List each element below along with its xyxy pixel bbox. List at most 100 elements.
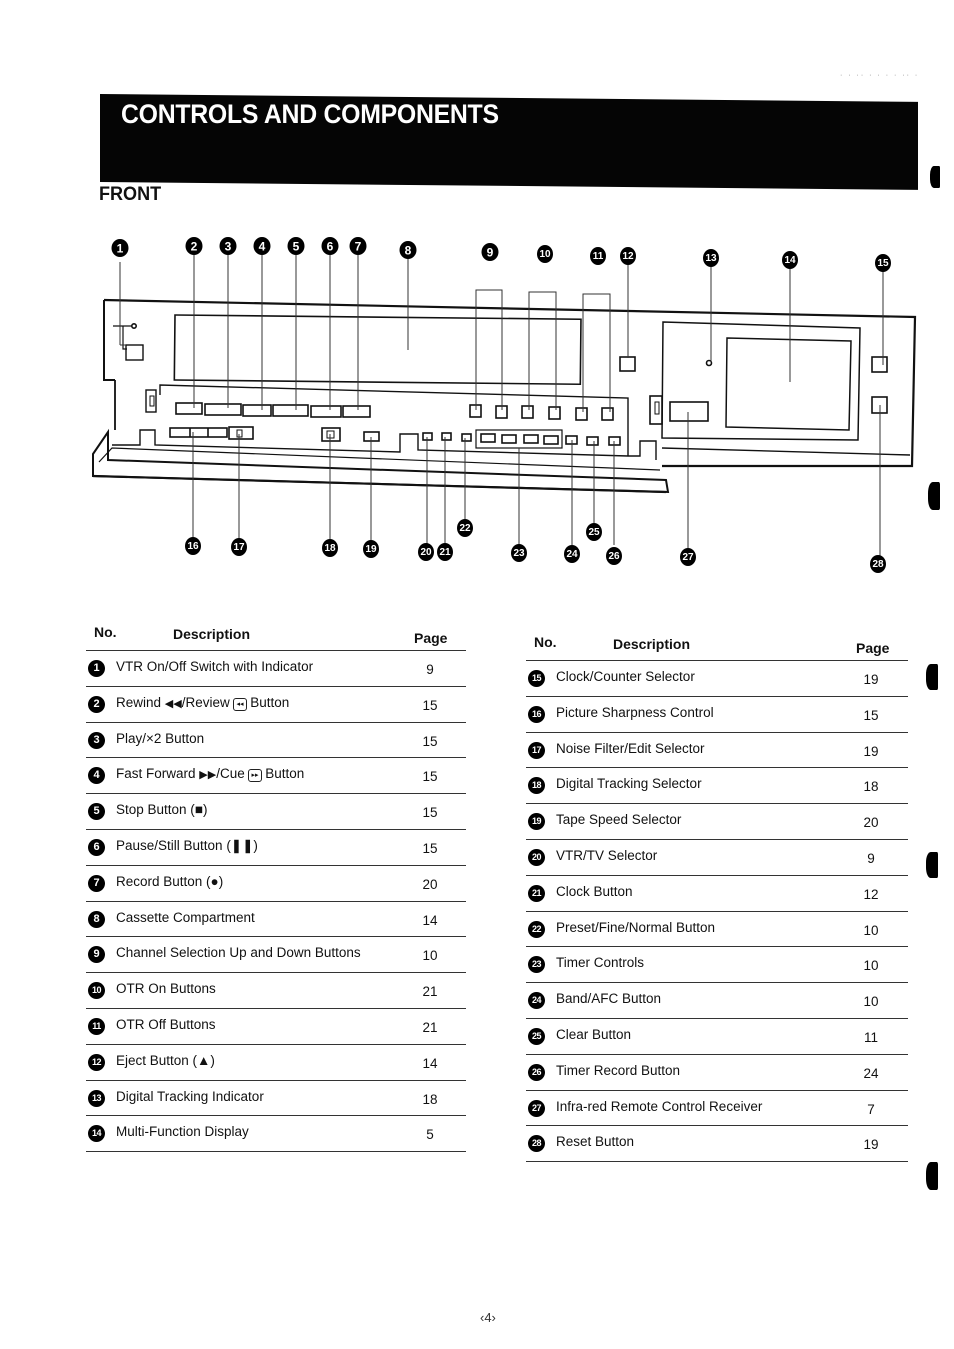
- item-description: Picture Sharpness Control: [556, 704, 714, 720]
- item-page: 12: [863, 886, 879, 902]
- callout-label: 15: [877, 258, 889, 269]
- item-page: 20: [863, 815, 879, 831]
- item-description: OTR On Buttons: [116, 981, 216, 997]
- table-row: 24 Band/AFC Button 10: [526, 982, 908, 1018]
- header-no: No.: [94, 624, 117, 640]
- callout-5: 5: [287, 237, 305, 255]
- callout-label: 13: [705, 253, 717, 264]
- item-number-badge: 2: [88, 695, 105, 713]
- callout-label: 4: [259, 240, 266, 254]
- item-page: 19: [863, 1137, 879, 1153]
- item-description: Multi-Function Display: [116, 1124, 249, 1140]
- callout-10: 10: [537, 245, 553, 263]
- callout-label: 20: [420, 547, 432, 558]
- table-row: 2 Rewind ◀◀/Review ◂◂ Button 15: [86, 685, 466, 722]
- table-row: 13 Digital Tracking Indicator 18: [86, 1079, 466, 1116]
- callout-label: 16: [187, 541, 199, 552]
- item-number-badge: 12: [88, 1053, 105, 1071]
- item-number-badge: 7: [88, 874, 105, 892]
- item-page: 18: [422, 1091, 438, 1107]
- callout-26: 26: [606, 547, 622, 565]
- item-number-badge: 13: [88, 1089, 105, 1107]
- header-description: Description: [173, 626, 251, 642]
- table-row: 23 Timer Controls 10: [526, 946, 908, 982]
- item-description: Channel Selection Up and Down Buttons: [116, 945, 361, 961]
- item-number-badge: 25: [528, 1027, 545, 1045]
- item-description: Stop Button (■): [116, 802, 208, 818]
- item-description: Preset/Fine/Normal Button: [556, 919, 716, 935]
- callout-label: 24: [566, 549, 578, 560]
- table-row: 20 VTR/TV Selector 9: [526, 838, 908, 875]
- item-description: Fast Forward ▶▶/Cue ▸▸ Button: [116, 766, 305, 783]
- edge-mark: [926, 664, 938, 690]
- page-number: ‹4›: [480, 1310, 496, 1325]
- table-row: 7 Record Button (●) 20: [86, 864, 466, 901]
- table-row: 16 Picture Sharpness Control 15: [526, 695, 908, 732]
- item-page: 11: [863, 1029, 878, 1045]
- item-page: 20: [422, 876, 438, 892]
- transport-symbol-icon: ◀◀: [164, 697, 182, 710]
- transport-symbol-icon: ▶▶: [199, 769, 217, 782]
- item-number-badge: 10: [88, 982, 105, 1000]
- callout-label: 17: [233, 542, 245, 553]
- callout-label: 1: [117, 242, 124, 256]
- callout-label: 6: [327, 240, 334, 254]
- callout-label: 23: [513, 548, 525, 559]
- components-table-left: No. Description Page 1 VTR On/Off Switch …: [86, 620, 466, 1153]
- callout-20: 20: [418, 543, 434, 561]
- table-rows: 15 Clock/Counter Selector 19 16 Picture Shar…: [526, 660, 908, 1163]
- item-description: Timer Controls: [556, 955, 645, 971]
- table-row: 14 Multi-Function Display 5: [86, 1115, 466, 1153]
- callout-label: 10: [539, 249, 551, 260]
- item-number-badge: 4: [88, 767, 105, 785]
- item-page: 24: [863, 1065, 879, 1081]
- callout-24: 24: [564, 545, 580, 563]
- callout-label: 26: [608, 551, 620, 562]
- callout-label: 7: [355, 240, 362, 254]
- table-row: 25 Clear Button 11: [526, 1017, 908, 1054]
- callout-16: 16: [185, 537, 201, 555]
- table-row: 26 Timer Record Button 24: [526, 1053, 908, 1090]
- callout-2: 2: [185, 237, 203, 255]
- edge-mark: [926, 1162, 938, 1190]
- callout-9: 9: [481, 243, 499, 261]
- callout-17: 17: [231, 538, 247, 556]
- table-row: 22 Preset/Fine/Normal Button 10: [526, 910, 908, 947]
- page-title: CONTROLS AND COMPONENTS: [121, 99, 499, 129]
- item-page: 14: [422, 1055, 438, 1071]
- item-page: 10: [863, 994, 879, 1010]
- callout-label: 27: [682, 552, 694, 563]
- item-description: Play/×2 Button: [116, 730, 205, 746]
- table-row: 6 Pause/Still Button (❚❚) 15: [86, 828, 466, 865]
- item-page: 15: [422, 805, 438, 821]
- callout-8: 8: [399, 241, 417, 259]
- item-description: Band/AFC Button: [556, 991, 662, 1007]
- item-number-badge: 8: [88, 910, 105, 928]
- callout-label: 2: [191, 240, 198, 254]
- item-page: 19: [863, 743, 879, 759]
- callout-label: 19: [365, 544, 377, 555]
- item-description: Clear Button: [556, 1026, 632, 1042]
- item-page: 18: [863, 779, 879, 795]
- item-description: Clock/Counter Selector: [556, 669, 695, 684]
- item-page: 21: [422, 984, 438, 1000]
- item-description: Noise Filter/Edit Selector: [556, 740, 705, 756]
- item-description: Digital Tracking Indicator: [116, 1088, 264, 1104]
- table-row: 18 Digital Tracking Selector 18: [526, 767, 908, 803]
- item-page: 15: [422, 697, 438, 713]
- item-number-badge: 18: [528, 777, 545, 795]
- item-description: Tape Speed Selector: [556, 812, 682, 828]
- callout-3: 3: [219, 237, 237, 255]
- item-number-badge: 17: [528, 741, 545, 759]
- item-number-badge: 20: [528, 848, 545, 866]
- callout-22: 22: [457, 519, 473, 537]
- item-number-badge: 19: [528, 813, 545, 831]
- table-row: 12 Eject Button (▲) 14: [86, 1043, 466, 1080]
- header-page: Page: [856, 640, 890, 656]
- callout-1: 1: [111, 239, 129, 257]
- item-page: 7: [867, 1101, 875, 1117]
- item-number-badge: 6: [88, 838, 105, 856]
- table-row: 3 Play/×2 Button 15: [86, 721, 466, 758]
- section-heading: FRONT: [99, 184, 162, 205]
- item-number-badge: 15: [528, 670, 545, 687]
